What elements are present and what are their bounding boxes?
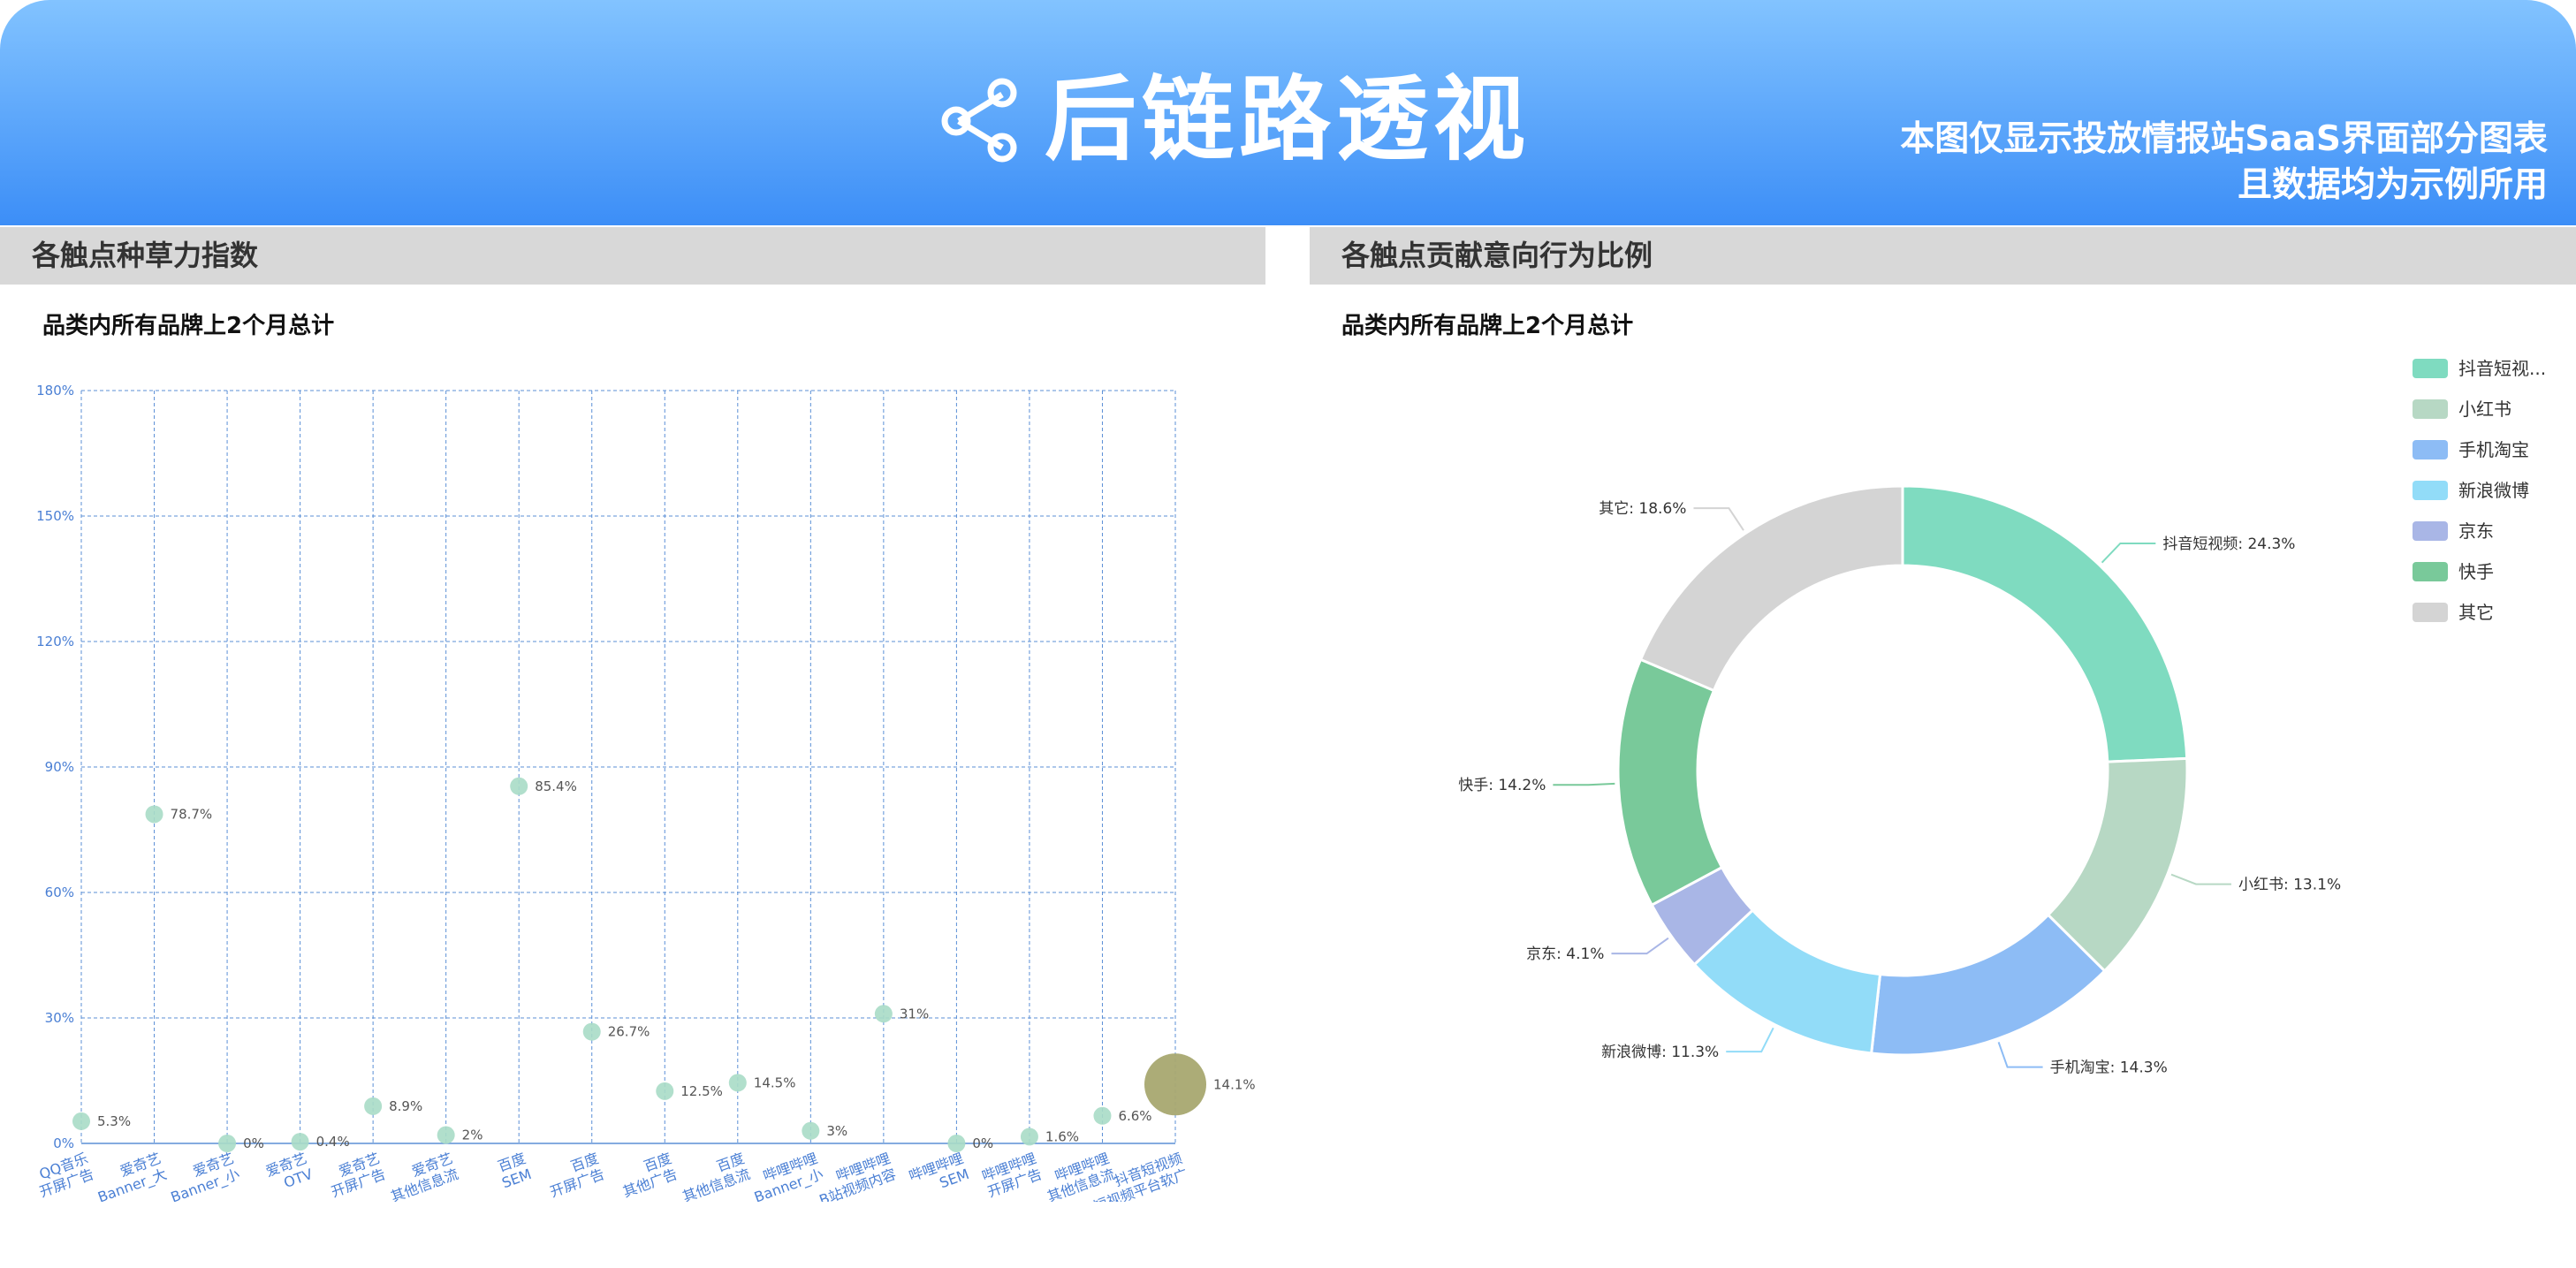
x-category-label: 爱奇艺其他信息流 — [383, 1150, 460, 1202]
donut-slice — [1616, 657, 1724, 907]
right-panel-header: 各触点贡献意向行为比例 — [1310, 227, 2576, 285]
legend-label: 新浪微博 — [2458, 480, 2529, 501]
x-category-label: 哔哩哔哩SEM — [907, 1150, 971, 1201]
leader-line — [1693, 507, 1744, 531]
legend-label: 京东 — [2458, 520, 2494, 542]
data-point — [1020, 1128, 1038, 1146]
data-label: 3% — [826, 1123, 847, 1139]
data-label: 5.3% — [97, 1113, 131, 1129]
share-icon — [941, 78, 1017, 163]
data-point — [1093, 1106, 1112, 1125]
y-tick-label: 180% — [36, 383, 74, 399]
data-label: 6.6% — [1118, 1108, 1151, 1124]
leader-line — [2101, 542, 2156, 564]
page-title: 后链路透视 — [1045, 65, 1531, 173]
data-point — [947, 1135, 966, 1152]
x-category-label: 哔哩哔哩B站视频内容 — [811, 1150, 898, 1202]
scatter-chart: 0%30%60%90%120%150%180%QQ音乐开屏广告爱奇艺Banner… — [32, 383, 1256, 1202]
header-note-line1: 本图仅显示投放情报站SaaS界面部分图表 — [1900, 119, 2548, 159]
legend-label: 其它 — [2458, 602, 2494, 623]
y-tick-label: 150% — [36, 508, 74, 524]
slice-label: 小红书: 13.1% — [2238, 877, 2341, 894]
data-point — [364, 1097, 383, 1115]
data-label: 12.5% — [680, 1083, 723, 1099]
header-title-group: 后链路透视 — [937, 62, 1531, 177]
leader-line — [1726, 1027, 1774, 1053]
x-category-label: 爱奇艺开屏广告 — [323, 1150, 388, 1201]
legend-label: 抖音短视... — [2458, 358, 2546, 379]
data-point — [437, 1126, 455, 1144]
y-tick-label: 30% — [45, 1010, 74, 1026]
data-point — [582, 1022, 601, 1041]
data-label: 0.4% — [316, 1134, 350, 1150]
x-category-label: 百度开屏广告 — [542, 1150, 606, 1201]
x-category-label: 哔哩哔哩开屏广告 — [979, 1150, 1044, 1201]
data-point — [802, 1121, 820, 1140]
data-label: 0% — [972, 1135, 993, 1151]
slice-label: 京东: 4.1% — [1526, 945, 1604, 963]
leader-line — [1997, 1042, 2043, 1068]
donut-chart: 抖音短视频: 24.3% 小红书: 13.1% 手机淘宝: 14.3% 新浪微博: 1… — [1458, 358, 2546, 1077]
header-note-line2: 且数据均为示例所用 — [2237, 165, 2548, 205]
data-label: 85.4% — [535, 778, 577, 794]
data-label: 0% — [243, 1135, 264, 1151]
header-note: 本图仅显示投放情报站SaaS界面部分图表 且数据均为示例所用 — [1900, 117, 2548, 209]
legend-swatch — [2413, 399, 2448, 419]
x-category-label: 爱奇艺Banner_小 — [163, 1150, 242, 1202]
data-point — [291, 1133, 309, 1151]
x-category-label: 百度其他信息流 — [674, 1150, 752, 1202]
slice-label: 快手: 14.2% — [1458, 777, 1546, 794]
data-label: 14.1% — [1213, 1076, 1256, 1092]
data-label: 1.6% — [1045, 1128, 1079, 1144]
data-label: 2% — [462, 1128, 483, 1143]
x-category-label: QQ音乐开屏广告 — [32, 1150, 96, 1201]
data-point — [874, 1005, 893, 1023]
legend-swatch — [2413, 440, 2448, 459]
data-label: 14.5% — [754, 1074, 796, 1090]
data-label: 26.7% — [608, 1024, 650, 1040]
x-category-label: 爱奇艺OTV — [263, 1150, 315, 1196]
legend-swatch — [2413, 481, 2448, 500]
leader-line — [2170, 873, 2231, 885]
data-point — [145, 805, 163, 824]
legend-swatch — [2413, 562, 2448, 581]
data-point — [728, 1074, 747, 1092]
leader-line — [1553, 782, 1615, 786]
donut-slice — [1869, 913, 2107, 1057]
legend-label: 快手 — [2458, 561, 2494, 582]
data-point — [510, 777, 528, 795]
x-category-label: 百度其他广告 — [615, 1150, 680, 1201]
legend-swatch — [2413, 521, 2448, 541]
y-tick-label: 60% — [45, 885, 74, 900]
data-point — [72, 1112, 90, 1130]
x-category-label: 爱奇艺Banner_大 — [90, 1150, 170, 1202]
legend-label: 手机淘宝 — [2458, 439, 2529, 460]
y-tick-label: 0% — [53, 1135, 74, 1151]
data-label: 8.9% — [389, 1098, 422, 1114]
data-point — [656, 1082, 674, 1100]
data-label: 78.7% — [171, 806, 213, 822]
data-label: 31% — [900, 1006, 929, 1021]
left-panel-subtitle: 品类内所有品牌上2个月总计 — [42, 313, 335, 339]
slice-label: 其它: 18.6% — [1599, 500, 1686, 518]
x-category-label: 哔哩哔哩Banner_小 — [746, 1150, 825, 1202]
legend-label: 小红书 — [2458, 399, 2511, 420]
slice-label: 抖音短视频: 24.3% — [2162, 535, 2295, 553]
y-tick-label: 120% — [36, 634, 74, 649]
legend-swatch — [2413, 359, 2448, 378]
x-category-label: 百度SEM — [494, 1150, 534, 1191]
y-tick-label: 90% — [45, 759, 74, 775]
slice-label: 手机淘宝: 14.3% — [2050, 1059, 2168, 1077]
left-panel-header: 各触点种草力指数 — [0, 227, 1265, 285]
leader-line — [1611, 937, 1669, 955]
data-point — [1144, 1053, 1206, 1116]
slice-label: 新浪微博: 11.3% — [1601, 1044, 1719, 1061]
legend-swatch — [2413, 603, 2448, 622]
data-point — [218, 1135, 237, 1152]
donut-slice — [1901, 484, 2189, 763]
